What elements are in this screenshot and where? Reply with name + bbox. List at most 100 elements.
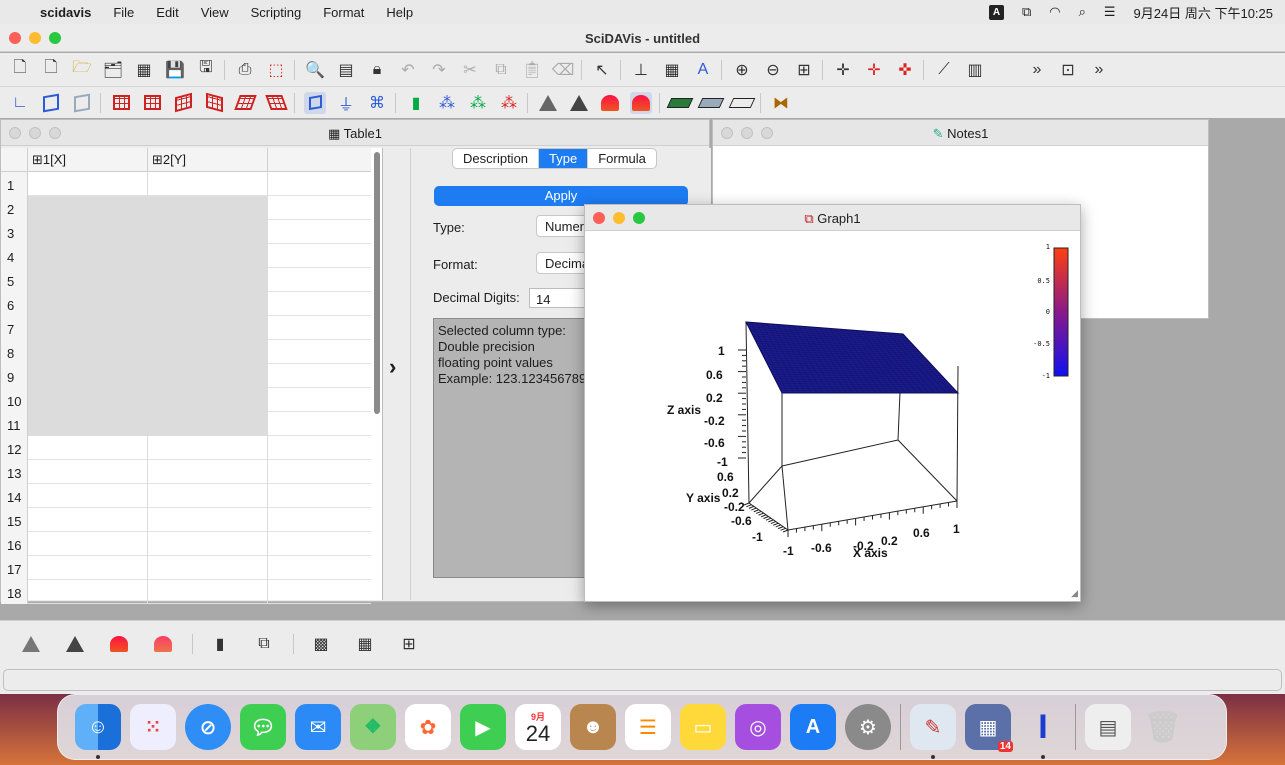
table-cell[interactable] [148,532,268,556]
reminders-icon[interactable]: ☰ [625,704,671,750]
table-cell[interactable] [28,484,148,508]
graph-3d-icon[interactable]: ⧉ [253,633,275,655]
zoom-in-icon[interactable]: ⊕ [731,59,753,81]
table-row[interactable]: 14 [1,484,371,508]
table-row[interactable]: 3 [1,220,371,244]
open-folder-icon[interactable]: 🗁 [71,59,93,81]
table-cell[interactable] [28,268,148,292]
table-cell[interactable] [148,316,268,340]
row-number[interactable]: 4 [1,244,28,268]
table-row[interactable]: 16 [1,532,371,556]
project-explorer-icon[interactable]: 🔍 [304,59,326,81]
launchpad-icon[interactable]: ⁙ [130,704,176,750]
column-header-y[interactable]: ⊞2[Y] [148,148,268,172]
table-cell[interactable] [148,340,268,364]
screen-reader-icon[interactable]: ✛ [863,59,885,81]
menu-edit[interactable]: Edit [156,5,178,20]
wireframe-icon[interactable] [537,92,559,114]
crosses-style-icon[interactable]: ⁂ [467,92,489,114]
row-number[interactable]: 17 [1,556,28,580]
editor-app-icon[interactable]: ✎ [910,704,956,759]
table-cell[interactable] [28,172,148,196]
podcasts-icon[interactable]: ◎ [735,704,781,750]
add-grid-icon[interactable]: ▦ [661,59,683,81]
collapse-arrow-icon[interactable]: › [389,354,396,380]
downloads-icon[interactable]: ▤ [1085,704,1131,750]
ceiling-grid-icon[interactable] [233,92,257,114]
table-cell[interactable] [28,388,148,412]
right-grid-icon[interactable] [203,92,225,114]
table-cell[interactable] [148,412,268,436]
no-frame-icon[interactable] [71,92,93,114]
window-switch-icon[interactable]: ⧉ [1022,4,1031,20]
empty-floor-icon[interactable] [728,92,756,114]
polygon-style-icon[interactable] [599,92,621,114]
paste-icon[interactable]: 📋︎ [521,59,543,81]
data-points-icon[interactable]: ▩ [310,633,332,655]
draw-line-icon[interactable]: ⟋ [933,59,955,81]
scidavis-icon[interactable]: I [1020,704,1066,759]
table-cell[interactable] [148,268,268,292]
polygon-plot-icon[interactable] [108,633,130,655]
table-cell[interactable] [148,484,268,508]
table-cell[interactable] [28,532,148,556]
tab-description[interactable]: Description [453,149,540,168]
table-row[interactable]: 5 [1,268,371,292]
table-cell[interactable] [28,508,148,532]
box-frame-icon[interactable] [40,92,62,114]
menu-view[interactable]: View [201,5,229,20]
table-row[interactable]: 7 [1,316,371,340]
undo-icon[interactable]: ↶ [397,59,419,81]
row-number[interactable]: 5 [1,268,28,292]
row-number[interactable]: 8 [1,340,28,364]
finder-icon[interactable]: ☺ [75,704,121,759]
filled-mesh-icon[interactable] [630,91,652,114]
wireframe-plot-icon[interactable] [20,633,42,655]
save-icon[interactable]: 💾 [164,59,186,81]
delete-icon[interactable]: ⌫ [552,59,575,81]
layout-icon[interactable]: ⊡ [1057,59,1079,81]
front-grid-icon[interactable] [110,92,132,114]
table-vertical-scrollbar[interactable] [371,150,383,600]
zoom-out-icon[interactable]: ⊖ [762,59,784,81]
cut-icon[interactable]: ✂ [459,59,481,81]
rotate-icon[interactable]: ⏚ [335,92,357,114]
left-grid-icon[interactable] [172,92,194,114]
floor-grid-icon[interactable] [264,92,288,114]
row-number[interactable]: 11 [1,412,28,436]
mail-icon[interactable]: ✉ [295,704,341,750]
table-cell[interactable] [28,580,148,604]
floor-data-icon[interactable] [666,92,694,114]
table-cell[interactable] [148,508,268,532]
scrollbar-thumb[interactable] [374,152,380,414]
add-layer-icon[interactable]: ▥ [964,59,986,81]
input-source-icon[interactable]: A [988,4,1004,20]
table-row[interactable]: 8 [1,340,371,364]
table-cell[interactable] [28,436,148,460]
table-cell[interactable] [28,316,148,340]
row-number[interactable]: 12 [1,436,28,460]
row-number[interactable]: 9 [1,364,28,388]
tab-formula[interactable]: Formula [588,149,656,168]
row-number[interactable]: 1 [1,172,28,196]
table-row[interactable]: 13 [1,460,371,484]
export-pdf-icon[interactable]: ⬚ [265,59,287,81]
spotlight-search-icon[interactable]: ⌕ [1079,4,1086,20]
app-menu[interactable]: scidavis [40,5,91,20]
maps-icon[interactable]: ⛖ [350,704,396,750]
menubar-clock[interactable]: 9月24日 周六 下午10:25 [1134,3,1273,22]
table-row[interactable]: 6 [1,292,371,316]
control-center-icon[interactable]: ☰ [1104,4,1116,20]
row-number[interactable]: 10 [1,388,28,412]
row-number[interactable]: 14 [1,484,28,508]
hidden-line-plot-icon[interactable] [64,633,86,655]
resize-grip-icon[interactable]: ◢ [1071,588,1078,599]
points-style-icon[interactable]: ⁂ [436,92,458,114]
table-cell[interactable] [148,364,268,388]
mesh-plot-icon[interactable] [152,633,174,655]
axes-frame-icon[interactable]: ∟ [9,92,31,114]
row-number[interactable]: 2 [1,196,28,220]
menu-format[interactable]: Format [323,5,364,20]
table-cell[interactable] [28,244,148,268]
hidden-line-icon[interactable] [568,92,590,114]
